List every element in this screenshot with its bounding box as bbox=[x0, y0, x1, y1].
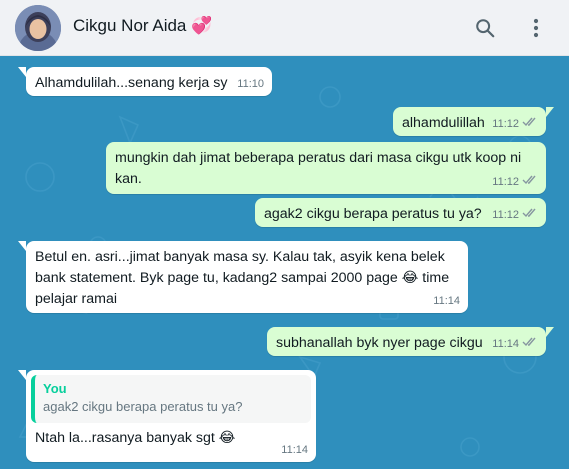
menu-icon[interactable] bbox=[522, 14, 550, 42]
message-text: Ntah la...rasanya banyak sgt 😂 bbox=[35, 430, 236, 446]
message-incoming-reply[interactable]: You agak2 cikgu berapa peratus tu ya? Nt… bbox=[18, 370, 316, 462]
message-meta: 11:12 bbox=[492, 175, 538, 189]
message-meta: 11:14 bbox=[433, 294, 460, 308]
message-time: 11:12 bbox=[492, 118, 519, 130]
message-outgoing[interactable]: agak2 cikgu berapa peratus tu ya? 11:12 bbox=[255, 198, 546, 227]
message-text: alhamdulillah bbox=[402, 115, 485, 131]
message-meta: 11:14 bbox=[281, 443, 308, 457]
message-time: 11:12 bbox=[492, 176, 519, 188]
message-text: Alhamdulilah...senang kerja sy bbox=[35, 75, 228, 91]
contact-name[interactable]: Cikgu Nor Aida 💞 bbox=[73, 16, 213, 36]
message-time: 11:12 bbox=[492, 209, 519, 221]
message-meta: 11:10 bbox=[237, 77, 264, 91]
chat-header: Cikgu Nor Aida 💞 bbox=[0, 0, 569, 56]
message-time: 11:14 bbox=[492, 338, 519, 350]
message-meta: 11:12 bbox=[492, 117, 538, 131]
quote-author: You bbox=[43, 381, 67, 396]
message-outgoing[interactable]: subhanallah byk nyer page cikgu 11:14 bbox=[267, 327, 554, 356]
double-check-icon bbox=[522, 117, 538, 131]
message-time: 11:10 bbox=[237, 78, 264, 90]
message-meta: 11:12 bbox=[492, 208, 538, 222]
message-text: agak2 cikgu berapa peratus tu ya? bbox=[264, 206, 482, 222]
double-check-icon bbox=[522, 175, 538, 189]
heart-emoji: 💞 bbox=[191, 16, 213, 35]
search-icon[interactable] bbox=[471, 14, 499, 42]
chat-area: Alhamdulilah...senang kerja sy 11:10 alh… bbox=[0, 57, 569, 469]
contact-name-text: Cikgu Nor Aida bbox=[73, 16, 187, 35]
quote-text: agak2 cikgu berapa peratus tu ya? bbox=[43, 399, 243, 414]
message-outgoing[interactable]: alhamdulillah 11:12 bbox=[393, 107, 554, 136]
message-outgoing[interactable]: mungkin dah jimat beberapa peratus dari … bbox=[106, 142, 546, 194]
message-time: 11:14 bbox=[281, 444, 308, 456]
message-meta: 11:14 bbox=[492, 337, 538, 351]
message-text: Betul en. asri...jimat banyak masa sy. K… bbox=[35, 249, 450, 307]
message-incoming[interactable]: Alhamdulilah...senang kerja sy 11:10 bbox=[18, 67, 272, 96]
message-text: subhanallah byk nyer page cikgu bbox=[276, 335, 483, 351]
quoted-message[interactable]: You agak2 cikgu berapa peratus tu ya? bbox=[31, 375, 311, 423]
avatar[interactable] bbox=[15, 5, 61, 51]
message-time: 11:14 bbox=[433, 295, 460, 307]
message-text: mungkin dah jimat beberapa peratus dari … bbox=[115, 150, 522, 187]
message-incoming[interactable]: Betul en. asri...jimat banyak masa sy. K… bbox=[18, 241, 468, 313]
double-check-icon bbox=[522, 337, 538, 351]
double-check-icon bbox=[522, 208, 538, 222]
